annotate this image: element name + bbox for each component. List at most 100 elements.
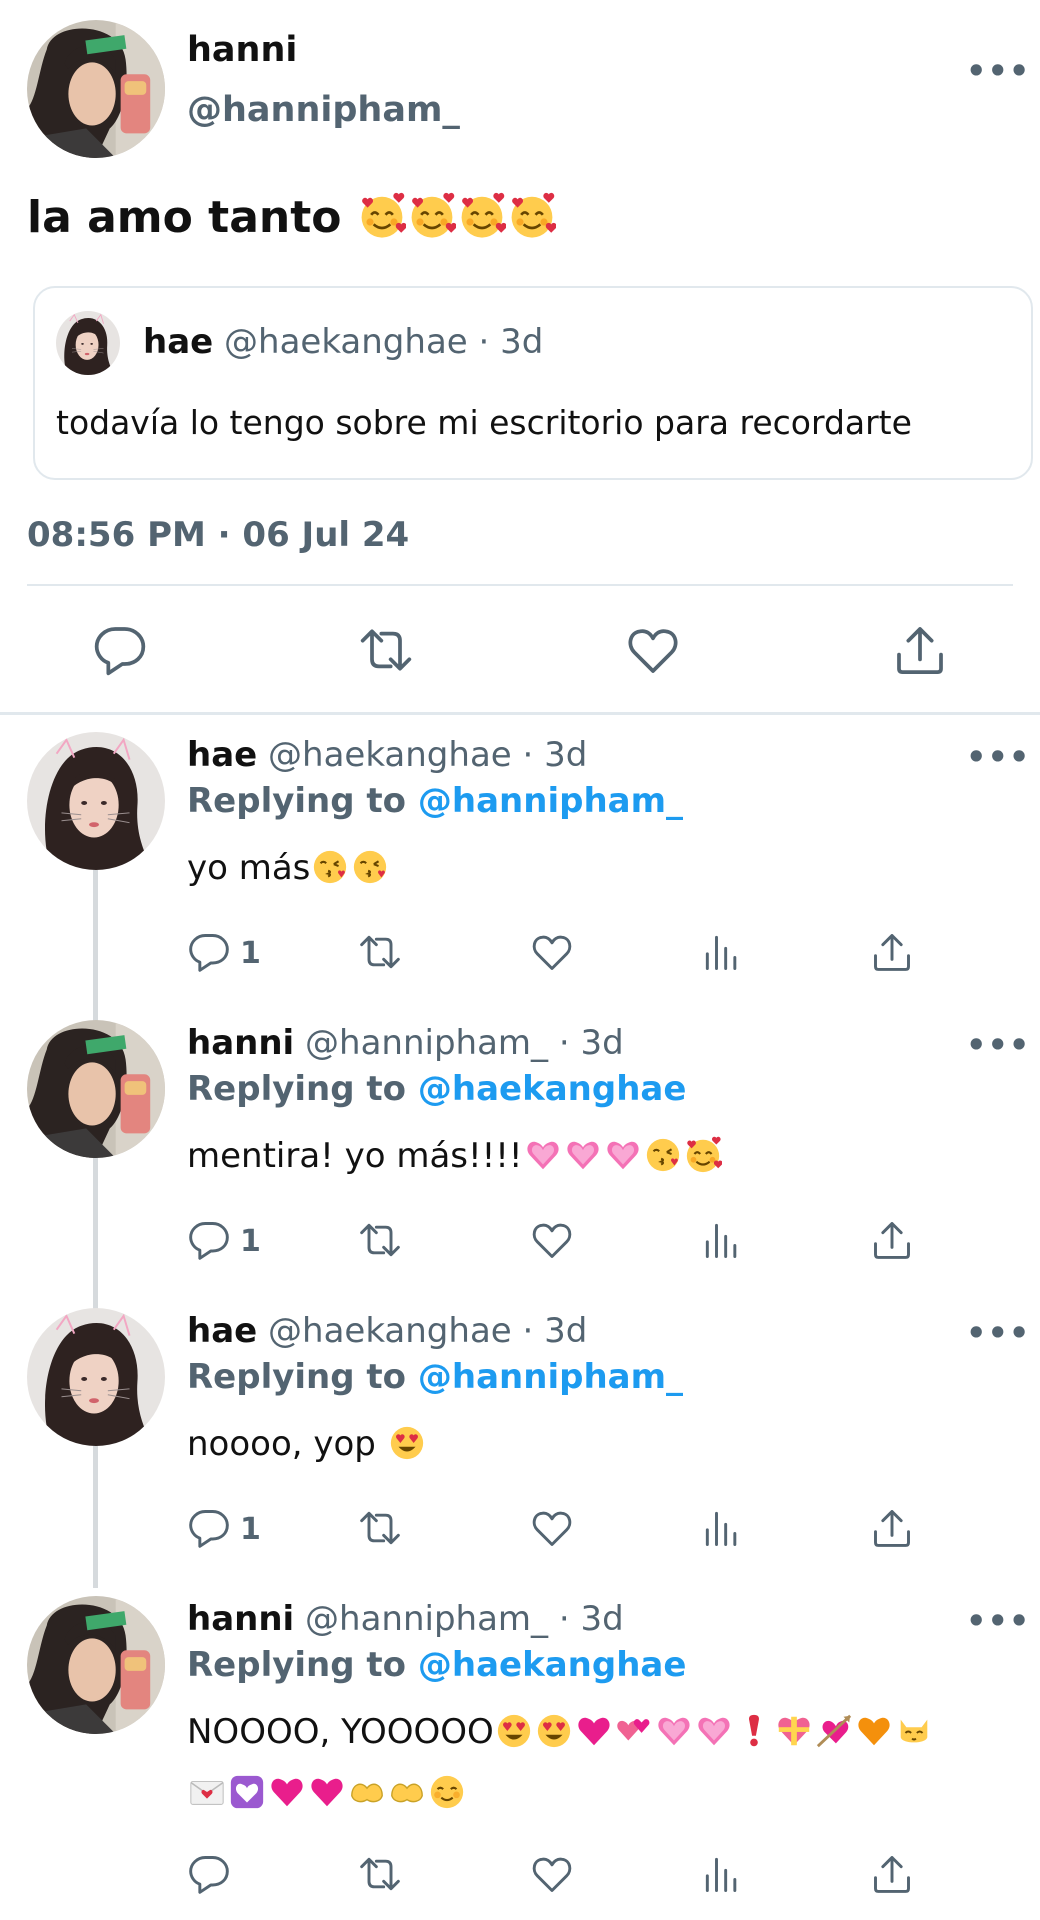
heart-hands-emoji [348, 1773, 386, 1811]
heart-with-ribbon-emoji [775, 1712, 813, 1750]
quoted-header: hae @haekanghae · 3d [143, 322, 543, 362]
quoted-author-name: hae [143, 322, 214, 362]
share-icon[interactable] [870, 930, 914, 974]
quoted-author-avatar [56, 311, 120, 375]
replying-to: Replying to @haekanghae [187, 1645, 686, 1685]
like-icon[interactable] [530, 1218, 574, 1262]
views-icon[interactable] [700, 1218, 744, 1262]
retweet-icon[interactable] [356, 930, 404, 974]
share-icon[interactable] [870, 1218, 914, 1262]
reply-count: 1 [240, 1512, 261, 1547]
like-icon[interactable] [530, 1506, 574, 1550]
retweet-icon[interactable] [356, 1506, 404, 1550]
views-icon[interactable] [700, 930, 744, 974]
share-icon[interactable] [892, 622, 948, 678]
author-name[interactable]: hanni [187, 30, 297, 70]
tweet-text-content: la amo tanto [27, 192, 342, 243]
retweet-icon[interactable] [356, 1852, 404, 1896]
reply-count: 1 [240, 1224, 261, 1259]
like-icon[interactable] [530, 930, 574, 974]
growing-heart-emoji [604, 1136, 642, 1174]
reply-avatar[interactable] [27, 1596, 165, 1734]
reply-text-content: mentira! yo más!!!! [187, 1136, 523, 1176]
replying-label: Replying to [187, 1645, 407, 1685]
section-divider [0, 712, 1040, 715]
reply-text: mentira! yo más!!!! [187, 1136, 723, 1177]
reply-author-meta: @hannipham_ · 3d [305, 1023, 624, 1063]
reply-author-name[interactable]: hae [187, 1311, 257, 1351]
smiling-face-with-hearts-emoji [358, 192, 406, 240]
share-icon[interactable] [870, 1506, 914, 1550]
reply-author-meta: @haekanghae · 3d [268, 1311, 588, 1351]
heart-decoration-emoji [228, 1773, 266, 1811]
reply-avatar[interactable] [27, 1020, 165, 1158]
reply-text-content: noooo, yop [187, 1424, 376, 1464]
heart-eyes-emoji [535, 1712, 573, 1750]
quoted-tweet-text: todavía lo tengo sobre mi escritorio par… [56, 403, 912, 442]
reply-author-name[interactable]: hanni [187, 1023, 294, 1063]
pink-heart-emoji [268, 1773, 306, 1811]
more-options-icon[interactable]: ••• [966, 1026, 1030, 1064]
replying-label: Replying to [187, 1357, 407, 1397]
growing-heart-emoji [564, 1136, 602, 1174]
reply-text: noooo, yop [187, 1424, 427, 1465]
like-icon[interactable] [625, 622, 681, 678]
smiling-face-with-hearts-emoji [508, 192, 556, 240]
growing-heart-emoji [524, 1136, 562, 1174]
heart-hands-emoji [388, 1773, 426, 1811]
tweet-timestamp[interactable]: 08:56 PM · 06 Jul 24 [27, 515, 409, 555]
mention-link[interactable]: @haekanghae [418, 1069, 687, 1109]
exclamation-heart-emoji [735, 1712, 773, 1750]
growing-heart-emoji [695, 1712, 733, 1750]
reply-author-meta: @hannipham_ · 3d [305, 1599, 624, 1639]
reply-text-line2 [187, 1770, 467, 1811]
reply-avatar[interactable] [27, 1308, 165, 1446]
reply-header: hanni @hannipham_ · 3d [187, 1599, 624, 1639]
author-avatar[interactable] [27, 20, 165, 158]
pink-heart-emoji [308, 1773, 346, 1811]
smiling-face-with-hearts-emoji [684, 1136, 722, 1174]
retweet-icon[interactable] [356, 622, 416, 678]
more-options-icon[interactable]: ••• [966, 1602, 1030, 1640]
reply-text: NOOOO, YOOOOO [187, 1712, 934, 1753]
share-icon[interactable] [870, 1852, 914, 1896]
replying-label: Replying to [187, 781, 407, 821]
love-letter-emoji [188, 1773, 226, 1811]
reply-icon[interactable] [187, 1506, 231, 1550]
reply-icon[interactable] [187, 930, 231, 974]
quoted-tweet-card[interactable] [33, 286, 1033, 480]
retweet-icon[interactable] [356, 1218, 404, 1262]
face-blowing-kiss-emoji [644, 1136, 682, 1174]
tweet-text: la amo tanto [27, 192, 557, 244]
like-icon[interactable] [530, 1852, 574, 1896]
more-options-icon[interactable]: ••• [966, 738, 1030, 776]
sparkling-heart-emoji [575, 1712, 613, 1750]
reply-count: 1 [240, 936, 261, 971]
replying-to: Replying to @hannipham_ [187, 781, 683, 821]
smiling-face-emoji [428, 1773, 466, 1811]
reply-author-name[interactable]: hanni [187, 1599, 294, 1639]
mention-link[interactable]: @haekanghae [418, 1645, 687, 1685]
mention-link[interactable]: @hannipham_ [418, 781, 683, 821]
more-options-icon[interactable]: ••• [966, 1314, 1030, 1352]
replying-label: Replying to [187, 1069, 407, 1109]
reply-icon[interactable] [187, 1852, 231, 1896]
replying-to: Replying to @haekanghae [187, 1069, 686, 1109]
views-icon[interactable] [700, 1506, 744, 1550]
heart-eyes-emoji [388, 1424, 426, 1462]
face-blowing-kiss-emoji [311, 848, 349, 886]
reply-icon[interactable] [187, 1218, 231, 1262]
views-icon[interactable] [700, 1852, 744, 1896]
reply-avatar[interactable] [27, 732, 165, 870]
author-handle[interactable]: @hannipham_ [187, 90, 460, 130]
orange-heart-emoji [855, 1712, 893, 1750]
mention-link[interactable]: @hannipham_ [418, 1357, 683, 1397]
more-options-icon[interactable]: ••• [966, 52, 1030, 90]
replying-to: Replying to @hannipham_ [187, 1357, 683, 1397]
reply-icon[interactable] [92, 622, 148, 678]
smiling-face-with-hearts-emoji [408, 192, 456, 240]
face-blowing-kiss-emoji [351, 848, 389, 886]
reply-author-name[interactable]: hae [187, 735, 257, 775]
reply-text: yo más [187, 848, 390, 889]
heart-eyes-emoji [495, 1712, 533, 1750]
